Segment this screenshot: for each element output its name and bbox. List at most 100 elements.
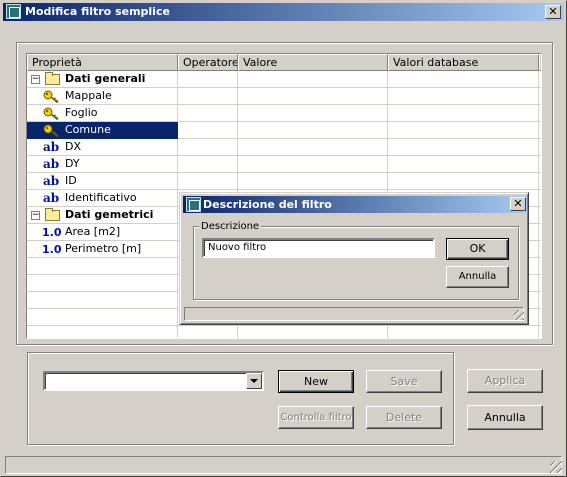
collapse-toggle-icon[interactable]: − <box>31 75 40 84</box>
property-label: DY <box>65 157 80 170</box>
grid-row[interactable]: ab DY <box>27 156 541 173</box>
grid-cell[interactable] <box>238 139 388 156</box>
save-button[interactable]: Save <box>366 370 442 393</box>
grid-cell[interactable] <box>178 71 238 88</box>
new-button[interactable]: New <box>278 370 354 393</box>
grid-cell[interactable] <box>178 139 238 156</box>
property-label: Comune <box>65 123 111 136</box>
grid-cell <box>238 326 388 338</box>
grid-cell[interactable] <box>388 139 539 156</box>
column-header-db-values[interactable]: Valori database <box>388 54 539 71</box>
text-type-icon: ab <box>43 140 60 154</box>
key-icon <box>43 107 59 120</box>
title-bar[interactable]: Modifica filtro semplice ✕ <box>3 3 564 21</box>
property-label: DX <box>65 140 82 153</box>
property-cell[interactable]: 1.0 Area [m2] <box>27 224 178 241</box>
grid-cell[interactable] <box>388 105 539 122</box>
grid-cell[interactable] <box>388 88 539 105</box>
grid-cell[interactable] <box>178 173 238 190</box>
grid-row[interactable]: − Dati generali <box>27 71 541 88</box>
grid-cell[interactable] <box>388 156 539 173</box>
property-cell[interactable]: ab Identificativo <box>27 190 178 207</box>
dialog-close-button[interactable]: ✕ <box>510 197 526 211</box>
grid-cell <box>539 139 541 156</box>
dialog-title: Descrizione del filtro <box>203 198 332 211</box>
property-cell[interactable]: ab ID <box>27 173 178 190</box>
delete-button[interactable]: Delete <box>366 406 442 429</box>
column-header-operator[interactable]: Operatore <box>178 54 238 71</box>
grid-cell[interactable] <box>238 156 388 173</box>
column-header-value[interactable]: Valore <box>238 54 388 71</box>
grid-cell <box>178 326 238 338</box>
property-cell[interactable]: − Dati generali <box>27 71 178 88</box>
grid-cell[interactable] <box>388 122 539 139</box>
dialog-cancel-button[interactable]: Annulla <box>446 266 509 288</box>
grid-cell <box>539 173 541 190</box>
grid-cell <box>539 309 541 326</box>
grid-row[interactable]: Foglio <box>27 105 541 122</box>
dialog-title-bar[interactable]: Descrizione del filtro ✕ <box>183 196 527 213</box>
grid-row[interactable]: Comune <box>27 122 541 139</box>
grid-cell[interactable] <box>238 173 388 190</box>
check-filter-button[interactable]: Controlla filtro <box>278 406 354 429</box>
apply-button[interactable]: Applica <box>467 369 543 393</box>
grid-cell[interactable] <box>388 71 539 88</box>
grid-cell[interactable] <box>178 105 238 122</box>
grid-cell <box>539 326 541 338</box>
property-label: Identificativo <box>65 191 137 204</box>
column-header-filler <box>539 54 541 71</box>
numeric-type-icon: 1.0 <box>42 226 62 239</box>
dialog-resize-grip-icon[interactable] <box>514 310 524 320</box>
property-cell[interactable]: − Dati gemetrici <box>27 207 178 224</box>
status-bar <box>5 456 562 474</box>
grid-cell <box>27 292 178 309</box>
property-cell[interactable]: Mappale <box>27 88 178 105</box>
filter-combo[interactable] <box>43 371 264 391</box>
property-cell[interactable]: Foglio <box>27 105 178 122</box>
grid-cell[interactable] <box>178 122 238 139</box>
actions-frame <box>27 352 454 445</box>
grid-cell <box>539 88 541 105</box>
property-label: Dati gemetrici <box>65 208 154 221</box>
text-type-icon: ab <box>43 174 60 188</box>
grid-cell[interactable] <box>238 88 388 105</box>
grid-cell <box>27 309 178 326</box>
grid-cell <box>388 326 539 338</box>
cancel-button[interactable]: Annulla <box>467 405 543 430</box>
main-window: Modifica filtro semplice ✕ Proprietà Ope… <box>0 0 567 477</box>
folder-icon <box>45 72 60 85</box>
grid-cell <box>539 71 541 88</box>
description-input[interactable]: Nuovo filtro <box>202 238 435 258</box>
property-cell[interactable]: Comune <box>27 122 178 139</box>
property-label: Foglio <box>65 106 98 119</box>
property-label: Area [m2] <box>65 225 121 238</box>
grid-cell[interactable] <box>238 71 388 88</box>
collapse-toggle-icon[interactable]: − <box>31 211 40 220</box>
property-label: ID <box>65 174 77 187</box>
dialog-status-bar <box>184 307 524 321</box>
grid-cell[interactable] <box>238 122 388 139</box>
grid-cell[interactable] <box>178 156 238 173</box>
column-header-property[interactable]: Proprietà <box>27 54 178 71</box>
property-cell[interactable]: ab DY <box>27 156 178 173</box>
property-cell[interactable]: 1.0 Perimetro [m] <box>27 241 178 258</box>
chevron-down-icon[interactable] <box>246 373 262 389</box>
text-type-icon: ab <box>43 191 60 205</box>
grid-cell <box>539 105 541 122</box>
ok-button[interactable]: OK <box>446 238 509 260</box>
grid-cell[interactable] <box>178 88 238 105</box>
dialog-app-icon <box>186 197 201 212</box>
grid-row[interactable]: Mappale <box>27 88 541 105</box>
numeric-type-icon: 1.0 <box>42 243 62 256</box>
property-cell[interactable]: ab DX <box>27 139 178 156</box>
grid-row[interactable]: ab DX <box>27 139 541 156</box>
grid-row[interactable]: ab ID <box>27 173 541 190</box>
grid-cell[interactable] <box>388 173 539 190</box>
resize-grip-icon[interactable] <box>550 461 562 473</box>
grid-cell <box>539 241 541 258</box>
close-button[interactable]: ✕ <box>545 5 561 19</box>
grid-cell[interactable] <box>238 105 388 122</box>
key-icon <box>43 124 59 137</box>
grid-empty-row <box>27 326 541 338</box>
grid-cell <box>27 275 178 292</box>
